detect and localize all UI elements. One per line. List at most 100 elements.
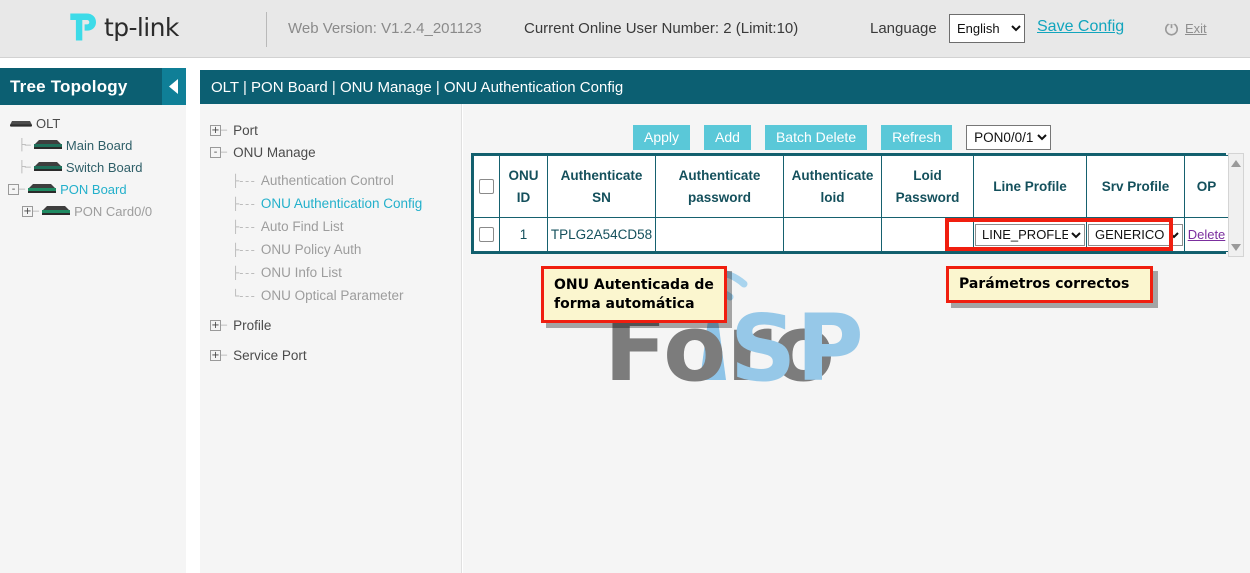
exit-control[interactable]: Exit (1164, 21, 1207, 36)
tree-connector: ├– (18, 139, 30, 151)
add-button[interactable]: Add (704, 125, 751, 150)
power-icon (1164, 21, 1179, 36)
tree-expander-expand[interactable]: + (22, 206, 33, 217)
tp-link-logo-icon (66, 10, 100, 44)
language-label: Language (870, 20, 937, 37)
nav-item-onu-authentication-config[interactable]: ├--- ONU Authentication Config (200, 192, 461, 215)
nav-connector: ├--- (232, 243, 255, 257)
col-label-line1: Authenticate (792, 168, 874, 183)
tree-node-pon-card[interactable]: + – PON Card0/0 (0, 200, 186, 222)
chevron-left-icon[interactable] (162, 68, 186, 105)
scroll-up-arrow-icon[interactable] (1229, 156, 1243, 170)
col-label-line1: ONU (509, 168, 539, 183)
select-all-checkbox[interactable] (479, 179, 494, 194)
nav-connector: – (221, 349, 226, 361)
col-authenticate-password: Authenticate password (656, 156, 784, 218)
nav-group-label: Profile (233, 318, 271, 333)
board-icon (26, 182, 58, 197)
nav-item-authentication-control[interactable]: ├--- Authentication Control (200, 169, 461, 192)
nav-connector: – (221, 319, 226, 331)
nav-connector: ├--- (232, 197, 255, 211)
nav-item-label[interactable]: Auto Find List (261, 219, 344, 234)
nav-expander-icon[interactable]: + (210, 125, 221, 136)
nav-collapse-icon[interactable]: - (210, 147, 221, 158)
tree-node-label: Main Board (66, 138, 132, 153)
batch-delete-button[interactable]: Batch Delete (765, 125, 867, 150)
nav-connector: └--- (232, 289, 255, 303)
svg-text:SP: SP (730, 295, 864, 387)
nav-item-label[interactable]: ONU Policy Auth (261, 242, 362, 257)
delete-link[interactable]: Delete (1188, 227, 1226, 242)
action-toolbar: Apply Add Batch Delete Refresh PON0/0/1 (633, 125, 1051, 150)
nav-group-port[interactable]: + – Port (200, 119, 461, 141)
nav-item-auto-find-list[interactable]: ├--- Auto Find List (200, 215, 461, 238)
cell-srv-profile: GENERICO (1087, 218, 1185, 252)
nav-item-label[interactable]: ONU Optical Parameter (261, 288, 404, 303)
nav-connector: ├--- (232, 174, 255, 188)
nav-panel: + – Port - – ONU Manage ├--- Authenticat… (200, 104, 462, 573)
cell-line-profile: LINE_PROFLE_1 (974, 218, 1087, 252)
nav-connector: – (221, 124, 226, 136)
online-user-count-label: Current Online User Number: 2 (Limit:10) (524, 20, 798, 37)
col-label-line2: ID (502, 190, 545, 205)
tree-node-olt[interactable]: OLT (0, 112, 186, 134)
col-label-line2: SN (550, 190, 653, 205)
tree-connector: – (19, 183, 24, 195)
cell-authenticate-loid (784, 218, 882, 252)
cell-onu-id: 1 (500, 218, 548, 252)
col-loid-password: Loid Password (882, 156, 974, 218)
tree-topology-title: Tree Topology (10, 77, 128, 97)
scroll-down-arrow-icon[interactable] (1229, 240, 1243, 254)
pon-port-select[interactable]: PON0/0/1 (966, 125, 1051, 150)
tree-node-pon-board[interactable]: - – PON Board (0, 178, 186, 200)
brand-name: tp-link (104, 13, 179, 42)
nav-group-label: Port (233, 123, 258, 138)
nav-expander-icon[interactable]: + (210, 320, 221, 331)
col-authenticate-loid: Authenticate loid (784, 156, 882, 218)
nav-item-onu-policy-auth[interactable]: ├--- ONU Policy Auth (200, 238, 461, 261)
tree-expander-collapse[interactable]: - (8, 184, 19, 195)
col-label-line1: Loid (913, 168, 942, 183)
nav-item-label[interactable]: ONU Info List (261, 265, 342, 280)
row-checkbox[interactable] (479, 227, 494, 242)
tree-node-label: Switch Board (66, 160, 143, 175)
onu-auth-note: ONU Autenticada de forma automática (541, 266, 727, 323)
col-srv-profile: Srv Profile (1087, 156, 1185, 218)
nav-connector: ├--- (232, 266, 255, 280)
nav-item-onu-optical-parameter[interactable]: └--- ONU Optical Parameter (200, 284, 461, 307)
board-icon (32, 138, 64, 153)
row-select-cell (474, 218, 500, 252)
tree-topology-body: OLT ├– Main Board ├– Swi (0, 105, 186, 573)
nav-item-label[interactable]: Authentication Control (261, 173, 394, 188)
nav-group-label: ONU Manage (233, 145, 316, 160)
srv-profile-select[interactable]: GENERICO (1088, 224, 1183, 246)
apply-button[interactable]: Apply (633, 125, 690, 150)
web-version-label: Web Version: V1.2.4_201123 (288, 20, 482, 37)
tree-connector: ├– (18, 161, 30, 173)
table-vertical-scrollbar[interactable] (1228, 153, 1244, 257)
nav-item-onu-info-list[interactable]: ├--- ONU Info List (200, 261, 461, 284)
col-op: OP (1185, 156, 1229, 218)
nav-group-onu-manage[interactable]: - – ONU Manage (200, 141, 461, 163)
header-divider (266, 12, 267, 47)
nav-group-service-port[interactable]: + – Service Port (200, 344, 461, 366)
tree-node-main-board[interactable]: ├– Main Board (0, 134, 186, 156)
exit-link[interactable]: Exit (1185, 21, 1207, 36)
nav-group-profile[interactable]: + – Profile (200, 314, 461, 336)
nav-item-label[interactable]: ONU Authentication Config (261, 196, 422, 211)
nav-expander-icon[interactable]: + (210, 350, 221, 361)
save-config-link[interactable]: Save Config (1037, 18, 1124, 36)
col-authenticate-sn: Authenticate SN (548, 156, 656, 218)
language-select[interactable]: English (949, 14, 1025, 43)
refresh-button[interactable]: Refresh (881, 125, 952, 150)
table-row: 1 TPLG2A54CD58 LINE_PROFLE_1 GENERICO (474, 218, 1229, 252)
tree-node-label: PON Card0/0 (74, 204, 152, 219)
top-header: tp-link Web Version: V1.2.4_201123 Curre… (0, 0, 1250, 58)
cell-op: Delete (1185, 218, 1229, 252)
tree-node-switch-board[interactable]: ├– Switch Board (0, 156, 186, 178)
tree-topology-sidebar: Tree Topology OLT ├– (0, 68, 186, 573)
tree-node-label: PON Board (60, 182, 126, 197)
line-profile-select[interactable]: LINE_PROFLE_1 (975, 224, 1085, 246)
col-label-line1: Authenticate (679, 168, 761, 183)
nav-connector: ├--- (232, 220, 255, 234)
